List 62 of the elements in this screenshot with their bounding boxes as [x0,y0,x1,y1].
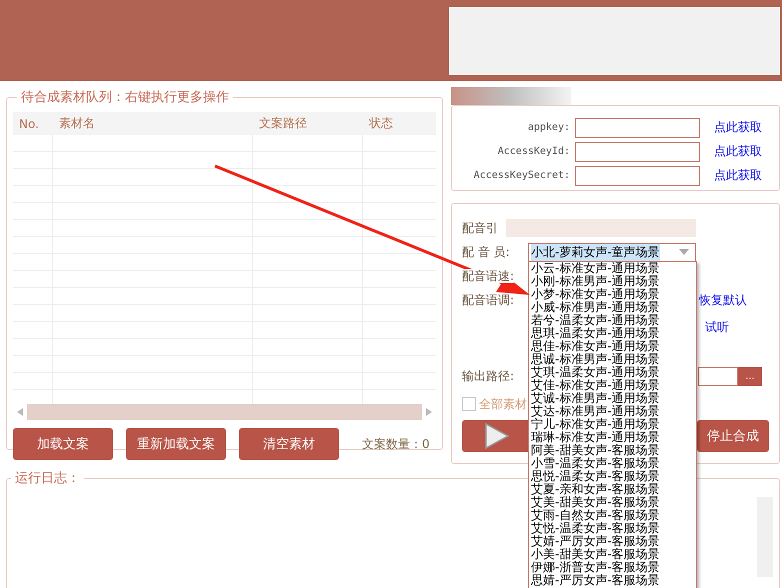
voice-option[interactable]: 思佳-标准女声-通用场景 [531,340,696,353]
voice-option[interactable]: 艾诚-标准男声-通用场景 [531,392,696,405]
column-header[interactable]: No. [13,116,53,130]
column-header[interactable]: 状态 [363,115,435,132]
reset-link[interactable]: 恢复默认 [699,292,747,308]
selected-voice: 小北-萝莉女声-童声场景 [531,244,660,260]
column-header[interactable]: 素材名 [53,115,253,132]
action-button[interactable]: 重新加载文案 [126,428,226,460]
field-label: 配音引 [462,220,498,236]
input-field[interactable] [575,118,700,138]
voice-option[interactable]: 小雪-温柔女声-客服场景 [531,457,696,470]
field-label: 配 音 员: [462,245,510,259]
field-label: 配音语速: [462,269,514,283]
action-button[interactable]: 清空素材 [239,428,339,460]
checkbox[interactable] [462,397,476,411]
voice-option[interactable]: 若兮-温柔女声-通用场景 [531,314,696,327]
voice-option[interactable]: 艾雨-自然女声-客服场景 [531,509,696,522]
voice-option[interactable]: 艾琪-温柔女声-通用场景 [531,366,696,379]
voice-option[interactable]: 思悦-温柔女声-客服场景 [531,470,696,483]
browse-button[interactable]: ... [738,366,762,386]
panel-title: 待合成素材队列：右键执行更多操作 [20,89,230,106]
count-label: 文案数量：0 [362,436,430,452]
panel-title: 运行日志： [14,470,81,487]
field-label: AccessKeySecret: [472,170,570,181]
stop-button[interactable]: 停止合成 [697,420,769,452]
voice-option[interactable]: 小刚-标准男声-通用场景 [531,275,696,288]
voice-option[interactable]: 艾夏-亲和女声-客服场景 [531,483,696,496]
input-field[interactable] [575,166,700,186]
voice-option[interactable]: 伊娜-浙普女声-客服场景 [531,561,696,574]
voice-option[interactable]: 艾达-标准男声-通用场景 [531,405,696,418]
field-label: appkey: [526,122,570,133]
field-label: 配音语调: [462,292,516,308]
get-link[interactable]: 点此获取 [714,143,762,160]
voice-option[interactable]: 小云-标准女声-通用场景 [531,262,696,275]
play-icon [484,422,510,450]
action-button[interactable]: 加载文案 [13,428,113,460]
voice-option[interactable]: 阿美-甜美女声-客服场景 [531,444,696,457]
voice-option[interactable]: 思诚-标准男声-通用场景 [531,353,696,366]
voice-option[interactable]: 艾婧-严厉女声-客服场景 [531,535,696,548]
field-label: AccessKeyId: [496,146,570,157]
voice-option[interactable]: 小美-甜美女声-客服场景 [531,548,696,561]
voice-option[interactable]: 瑞琳-标准女声-通用场景 [531,431,696,444]
field-label: 输出路径: [462,368,516,384]
voice-option[interactable]: 宁儿-标准女声-通用场景 [531,418,696,431]
voice-option[interactable]: 小威-标准男声-通用场景 [531,301,696,314]
output-path-field[interactable] [698,366,738,386]
voice-option[interactable]: 思婧-严厉女声-客服场景 [531,574,696,587]
voice-option[interactable]: 思琪-温柔女声-通用场景 [531,327,696,340]
scroll-left-icon[interactable] [17,408,23,416]
input-field[interactable] [575,142,700,162]
scrollbar-thumb[interactable] [27,404,422,420]
voice-option[interactable]: 艾佳-标准女声-通用场景 [531,379,696,392]
voice-option[interactable]: 小梦-标准女声-通用场景 [531,288,696,301]
checkbox-label: 全部素材 [479,396,527,412]
voice-option[interactable]: 艾美-甜美女声-客服场景 [531,496,696,509]
column-header[interactable]: 文案路径 [253,115,363,132]
dropdown-caret-icon [679,249,689,255]
get-link[interactable]: 点此获取 [714,167,762,184]
get-link[interactable]: 点此获取 [714,119,762,136]
scroll-right-icon[interactable] [426,408,432,416]
listen-link[interactable]: 试听 [705,318,729,336]
voice-option[interactable]: 艾悦-温柔女声-客服场景 [531,522,696,535]
